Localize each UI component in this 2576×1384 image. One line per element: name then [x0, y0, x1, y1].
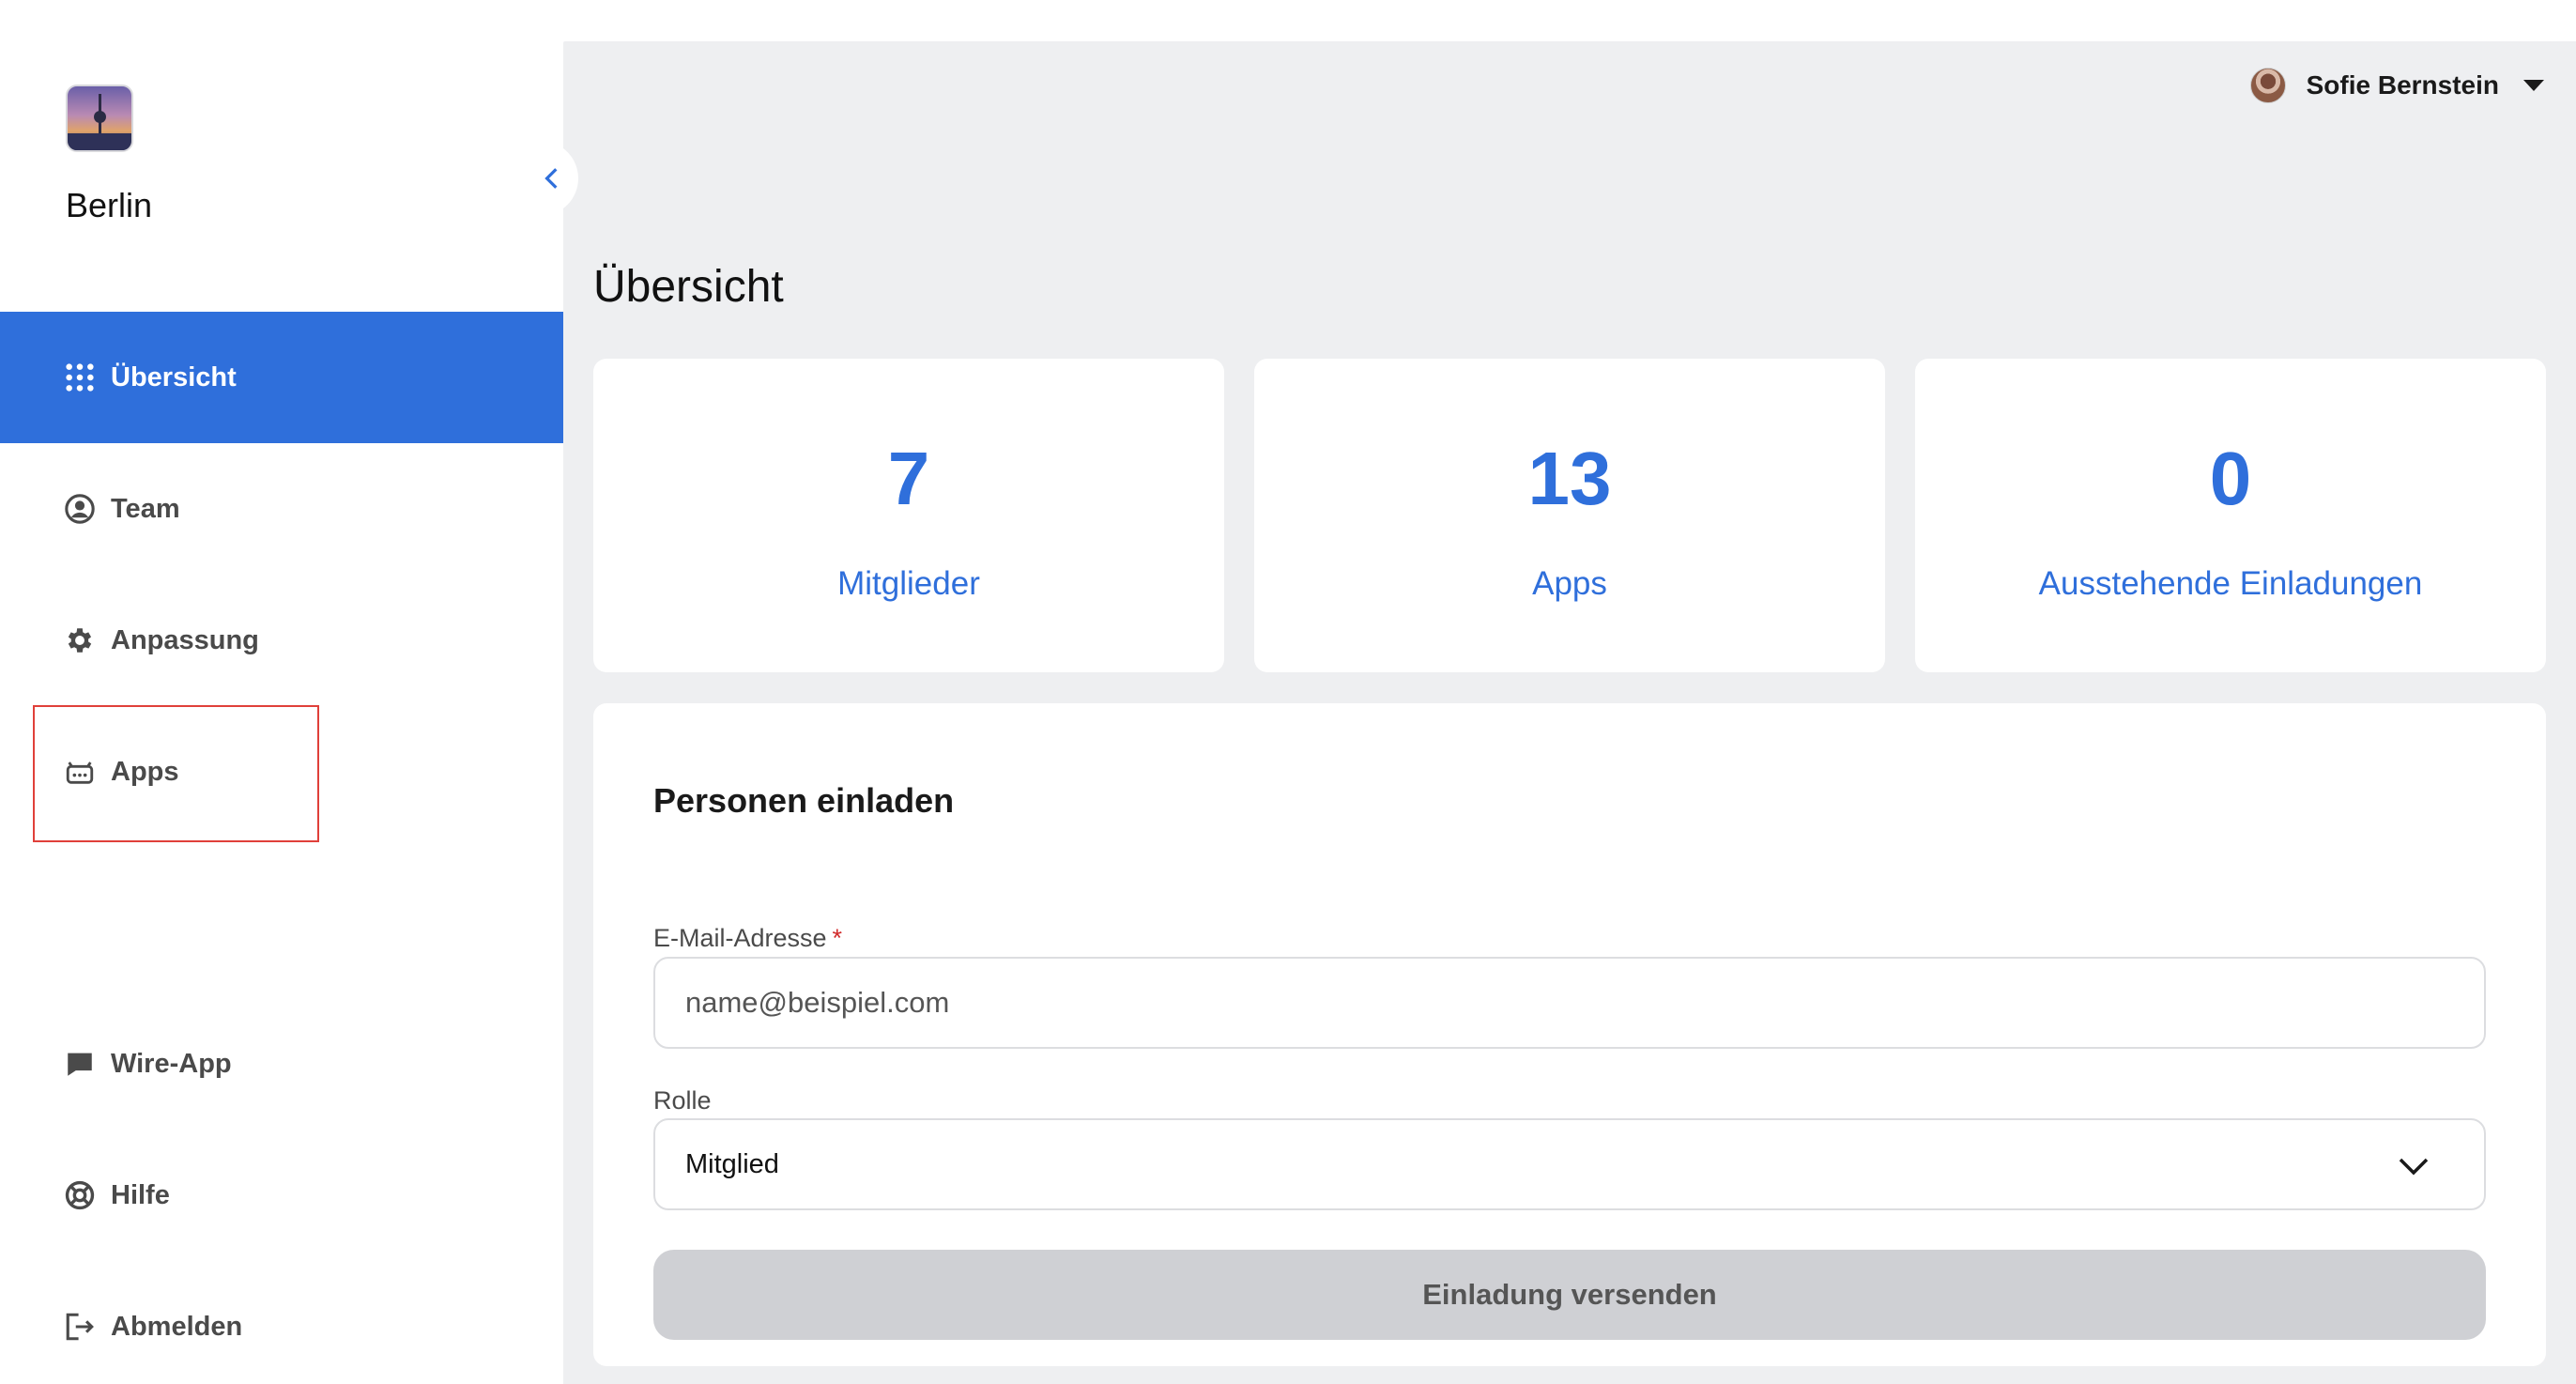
team-logo [66, 85, 133, 152]
stat-label[interactable]: Ausstehende Einladungen [1915, 565, 2546, 603]
stat-label[interactable]: Mitglieder [593, 565, 1224, 603]
sidebar-item-help[interactable]: Hilfe [0, 1130, 563, 1261]
team-name: Berlin [66, 186, 153, 224]
user-name: Sofie Bernstein [2306, 70, 2499, 100]
stat-card-apps[interactable]: 13 Apps [1254, 359, 1885, 672]
sidebar-item-team[interactable]: Team [0, 443, 563, 575]
sidebar-item-label: Abmelden [111, 1311, 243, 1342]
chevron-down-icon [2523, 80, 2544, 91]
role-label: Rolle [653, 1086, 712, 1115]
sidebar-item-label: Anpassung [111, 624, 259, 655]
sidebar-item-wire-app[interactable]: Wire-App [0, 998, 563, 1130]
sidebar-item-label: Wire-App [111, 1048, 232, 1079]
chevron-left-icon [544, 168, 558, 189]
grid-icon [64, 361, 96, 393]
highlight-box [33, 705, 319, 842]
invite-title: Personen einladen [653, 781, 955, 820]
stat-value: 0 [2209, 437, 2252, 520]
logout-icon [64, 1311, 96, 1343]
stat-card-members[interactable]: 7 Mitglieder [593, 359, 1224, 672]
send-invitation-button[interactable]: Einladung versenden [653, 1250, 2486, 1340]
role-value: Mitglied [685, 1148, 779, 1179]
stat-card-pending-invitations[interactable]: 0 Ausstehende Einladungen [1915, 359, 2546, 672]
sidebar-item-label: Team [111, 493, 180, 524]
email-label-text: E-Mail-Adresse [653, 924, 827, 952]
main-content: Sofie Bernstein Übersicht 7 Mitglieder 1… [563, 41, 2576, 1384]
lifebuoy-icon [64, 1179, 96, 1211]
sidebar-item-label: Hilfe [111, 1179, 170, 1210]
user-circle-icon [64, 493, 96, 525]
user-menu[interactable]: Sofie Bernstein [2249, 68, 2544, 103]
avatar [2249, 68, 2286, 103]
chat-bubble-icon [64, 1048, 96, 1080]
sidebar: Berlin Übersicht Team Anpassung Apps Wir… [0, 0, 563, 1384]
sidebar-item-logout[interactable]: Abmelden [0, 1261, 563, 1384]
stat-value: 13 [1527, 437, 1612, 520]
sidebar-item-overview[interactable]: Übersicht [0, 312, 563, 443]
gear-icon [64, 624, 96, 656]
sidebar-item-customization[interactable]: Anpassung [0, 575, 563, 706]
email-label: E-Mail-Adresse * [653, 924, 842, 953]
role-select[interactable]: Mitglied [653, 1118, 2486, 1210]
page-title: Übersicht [593, 262, 784, 312]
stat-label[interactable]: Apps [1254, 565, 1885, 603]
chevron-down-icon [2399, 1158, 2429, 1176]
email-field[interactable] [653, 957, 2486, 1049]
invite-card: Personen einladen E-Mail-Adresse* Rolle … [593, 703, 2546, 1366]
stat-value: 7 [887, 437, 930, 520]
required-mark: * [832, 924, 843, 952]
sidebar-item-label: Übersicht [111, 361, 237, 392]
